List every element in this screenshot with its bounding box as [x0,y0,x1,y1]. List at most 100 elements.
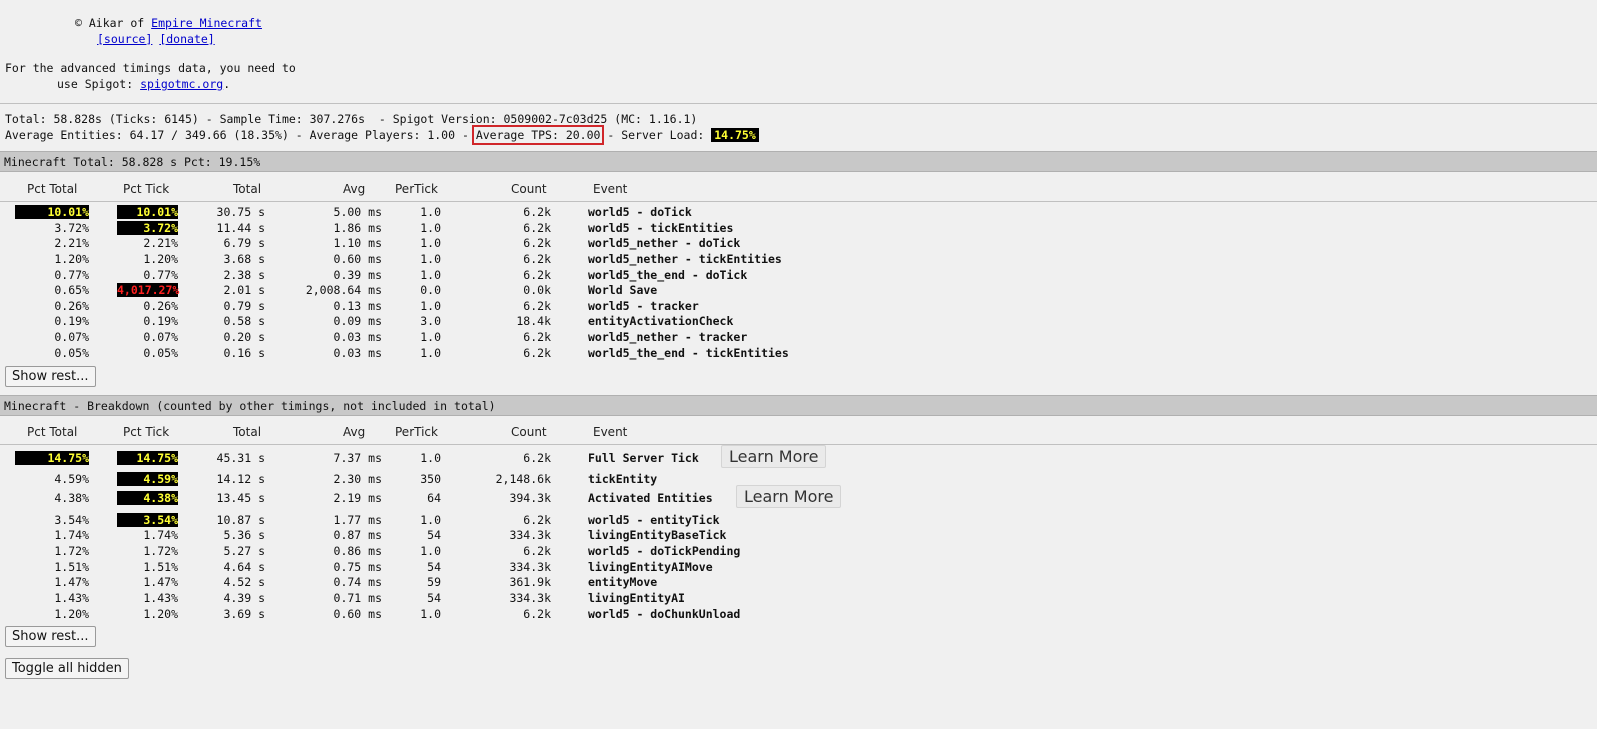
cell-pct-total: 4.38% [54,491,89,505]
show-rest-button[interactable]: Show rest... [5,366,96,387]
cell-pertick: 54 [427,560,441,574]
donate-link[interactable]: [donate] [159,32,214,46]
cell-count: 6.2k [523,330,551,344]
cell-pct-tick: 0.77% [143,268,178,282]
cell-pertick: 1.0 [420,221,441,235]
cell-total: 2.38 s [223,268,265,282]
column-header-pertick: PerTick [395,425,438,439]
cell-avg: 5.00 ms [333,205,382,219]
cell-pct-total: 2.21% [54,236,89,250]
column-header-pertick: PerTick [395,182,438,196]
cell-avg: 2.19 ms [333,491,382,505]
cell-count: 6.2k [523,221,551,235]
cell-total: 2.01 s [223,283,265,297]
cell-pertick: 0.0 [420,283,441,297]
cell-event: tickEntity [588,472,658,486]
cell-total: 4.64 s [223,560,265,574]
cell-pct-total: 14.75% [15,451,89,465]
cell-count: 6.2k [523,346,551,360]
empire-minecraft-link[interactable]: Empire Minecraft [151,16,262,30]
spigot-prefix: use Spigot: [57,77,141,91]
cell-pertick: 59 [427,575,441,589]
cell-total: 30.75 s [216,205,265,219]
average-tps-highlight: Average TPS: 20.00 [471,125,605,145]
cell-pertick: 1.0 [420,544,441,558]
cell-event: world5_the_end - doTick [588,268,748,282]
cell-event: livingEntityAI [588,591,685,605]
header-links: [source] [donate] [97,32,215,46]
cell-count: 0.0k [523,283,551,297]
column-header-event: Event [593,425,628,439]
cell-pct-tick: 1.51% [143,560,178,574]
cell-pct-total: 1.72% [54,544,89,558]
cell-pertick: 1.0 [420,299,441,313]
column-header-pct-tick: Pct Tick [123,425,170,439]
cell-event: world5 - tickEntities [588,221,734,235]
cell-avg: 1.86 ms [333,221,382,235]
cell-pertick: 1.0 [420,513,441,527]
section-header-breakdown: Minecraft - Breakdown (counted by other … [0,395,1597,416]
cell-pct-total: 0.65% [54,283,89,297]
cell-count: 6.2k [523,205,551,219]
show-rest-button[interactable]: Show rest... [5,626,96,647]
cell-pct-total: 1.20% [54,252,89,266]
spigot-notice: use Spigot: spigotmc.org. [57,77,230,91]
learn-more-button[interactable]: Learn More [736,485,842,508]
cell-total: 0.16 s [223,346,265,360]
cell-avg: 0.60 ms [333,252,382,266]
credit-line: © Aikar of Empire Minecraft [75,16,262,30]
spigot-suffix: . [223,77,231,91]
cell-event: world5_nether - doTick [588,236,741,250]
cell-avg: 0.60 ms [333,607,382,621]
cell-total: 45.31 s [216,451,265,465]
column-header-avg: Avg [343,182,366,196]
cell-pct-tick: 0.07% [143,330,178,344]
advanced-notice: For the advanced timings data, you need … [5,61,296,75]
cell-event: world5_the_end - tickEntities [588,346,789,360]
cell-avg: 0.09 ms [333,314,382,328]
summary-line-1: Total: 58.828s (Ticks: 6145) - Sample Ti… [5,112,698,126]
cell-count: 361.9k [509,575,551,589]
cell-pct-tick: 1.47% [143,575,178,589]
cell-pct-tick: 2.21% [143,236,178,250]
cell-avg: 0.39 ms [333,268,382,282]
cell-pertick: 1.0 [420,330,441,344]
cell-pertick: 1.0 [420,607,441,621]
cell-event: livingEntityBaseTick [588,528,727,542]
cell-count: 6.2k [523,513,551,527]
cell-total: 5.36 s [223,528,265,542]
cell-pct-total: 3.72% [54,221,89,235]
cell-avg: 0.75 ms [333,560,382,574]
cell-total: 3.68 s [223,252,265,266]
cell-pct-total: 1.47% [54,575,89,589]
cell-total: 3.69 s [223,607,265,621]
cell-avg: 1.77 ms [333,513,382,527]
spigotmc-link[interactable]: spigotmc.org [140,77,223,91]
cell-event: world5 - tracker [588,299,699,313]
cell-avg: 0.71 ms [333,591,382,605]
cell-count: 6.2k [523,252,551,266]
cell-pct-total: 1.43% [54,591,89,605]
cell-count: 6.2k [523,451,551,465]
cell-event: world5 - entityTick [588,513,720,527]
column-header-total: Total [233,182,262,196]
source-link[interactable]: [source] [97,32,152,46]
cell-total: 6.79 s [223,236,265,250]
cell-count: 6.2k [523,544,551,558]
cell-pct-total: 1.20% [54,607,89,621]
cell-event: entityActivationCheck [588,314,734,328]
cell-count: 6.2k [523,236,551,250]
cell-pct-tick: 4,017.27% [117,283,180,297]
column-header-event: Event [593,182,628,196]
cell-count: 334.3k [509,591,551,605]
learn-more-button[interactable]: Learn More [721,445,827,468]
cell-count: 2,148.6k [495,472,551,486]
column-header-pct-tick: Pct Tick [123,182,170,196]
column-header-count: Count [511,425,547,439]
toggle-all-hidden-button[interactable]: Toggle all hidden [5,658,129,679]
cell-pct-total: 0.19% [54,314,89,328]
cell-count: 394.3k [509,491,551,505]
cell-total: 0.20 s [223,330,265,344]
cell-pertick: 54 [427,591,441,605]
cell-count: 18.4k [516,314,551,328]
